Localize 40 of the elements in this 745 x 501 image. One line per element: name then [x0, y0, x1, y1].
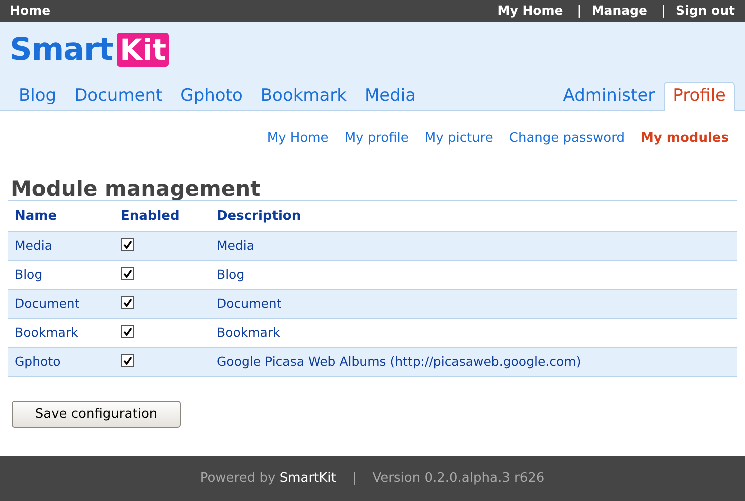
checkbox[interactable] [121, 354, 134, 368]
checkbox[interactable] [121, 296, 134, 310]
footer-separator: | [352, 470, 357, 488]
nav-tab[interactable]: Document [66, 82, 172, 111]
table-cell: Google Picasa Web Albums (http://picasaweb.google.com) [210, 348, 737, 376]
sub-nav-link[interactable]: My profile [344, 129, 409, 148]
nav-tab[interactable]: Gphoto [172, 82, 252, 111]
sub-nav-link[interactable]: My picture [424, 129, 494, 148]
sub-nav-link[interactable]: My modules [641, 129, 729, 148]
nav-tab[interactable]: Administer [554, 82, 664, 111]
table-cell: Document [8, 290, 114, 318]
top-nav-link[interactable]: Manage [592, 2, 648, 20]
checkbox[interactable] [121, 325, 134, 338]
page-heading: Module management [11, 178, 262, 200]
column-header: Enabled [114, 200, 210, 232]
column-header: Name [8, 200, 114, 232]
separator: | [577, 2, 582, 20]
logo-text: Smart [10, 31, 114, 70]
top-nav-link[interactable]: My Home [498, 2, 564, 20]
sub-nav-link[interactable]: My Home [267, 129, 329, 148]
table-cell: Media [210, 232, 737, 260]
top-nav-link[interactable]: Sign out [676, 2, 735, 20]
brand-link[interactable]: SmartKit [280, 470, 336, 486]
column-header: Description [210, 200, 737, 232]
table-cell: Media [8, 232, 114, 260]
checkbox[interactable] [121, 267, 134, 280]
logo-badge: Kit [117, 33, 170, 68]
table-cell: Document [210, 290, 737, 318]
nav-tab[interactable]: Profile [664, 82, 735, 111]
nav-tab[interactable]: Media [356, 82, 426, 111]
table-cell: Gphoto [8, 348, 114, 376]
nav-tab[interactable]: Blog [10, 82, 66, 111]
sub-nav-link[interactable]: Change password [509, 129, 625, 148]
home-link[interactable]: Home [10, 2, 51, 20]
version-text: Version 0.2.0.alpha.3 r626 [372, 470, 545, 488]
save-button[interactable]: Save configuration [12, 401, 181, 428]
checkbox[interactable] [121, 238, 134, 252]
nav-tab[interactable]: Bookmark [252, 82, 356, 111]
separator: | [661, 2, 666, 20]
powered-by-text: Powered by [200, 470, 276, 486]
